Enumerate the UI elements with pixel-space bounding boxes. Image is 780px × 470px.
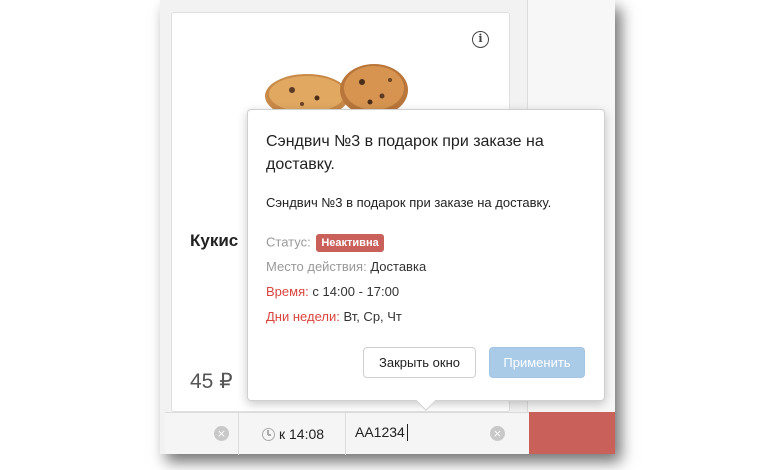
status-row: Статус: Неактивна xyxy=(266,234,384,252)
days-label: Дни недели: xyxy=(266,309,340,324)
promo-code-input[interactable] xyxy=(349,418,489,446)
place-row: Место действия: Доставка xyxy=(266,259,426,274)
popover-title: Сэндвич №3 в подарок при заказе на доста… xyxy=(266,133,544,173)
text-cursor xyxy=(407,424,408,441)
close-window-button[interactable]: Закрыть окно xyxy=(363,347,476,378)
product-price: 45 ₽ xyxy=(190,370,233,393)
place-value: Доставка xyxy=(370,259,427,274)
place-label: Место действия: xyxy=(266,259,367,274)
time-row-label: Время: xyxy=(266,284,309,299)
apply-button[interactable]: Применить xyxy=(489,347,585,378)
time-row: Время: с 14:00 - 17:00 xyxy=(266,284,399,299)
code-clear-icon[interactable]: × xyxy=(490,426,505,441)
days-row: Дни недели: Вт, Ср, Чт xyxy=(266,309,402,324)
status-label: Статус: xyxy=(266,234,311,250)
popover-description: Сэндвич №3 в подарок при заказе на доста… xyxy=(266,195,552,210)
days-value: Вт, Ср, Чт xyxy=(343,309,402,324)
status-badge: Неактивна xyxy=(316,234,384,252)
action-button-red[interactable] xyxy=(529,412,615,454)
info-icon[interactable]: i xyxy=(472,31,489,48)
product-name: Кукис xyxy=(190,231,239,250)
time-row-value: с 14:00 - 17:00 xyxy=(312,284,400,299)
time-label[interactable]: к 14:08 xyxy=(279,426,324,442)
clock-icon xyxy=(262,428,275,441)
clear-icon[interactable]: × xyxy=(214,426,229,441)
